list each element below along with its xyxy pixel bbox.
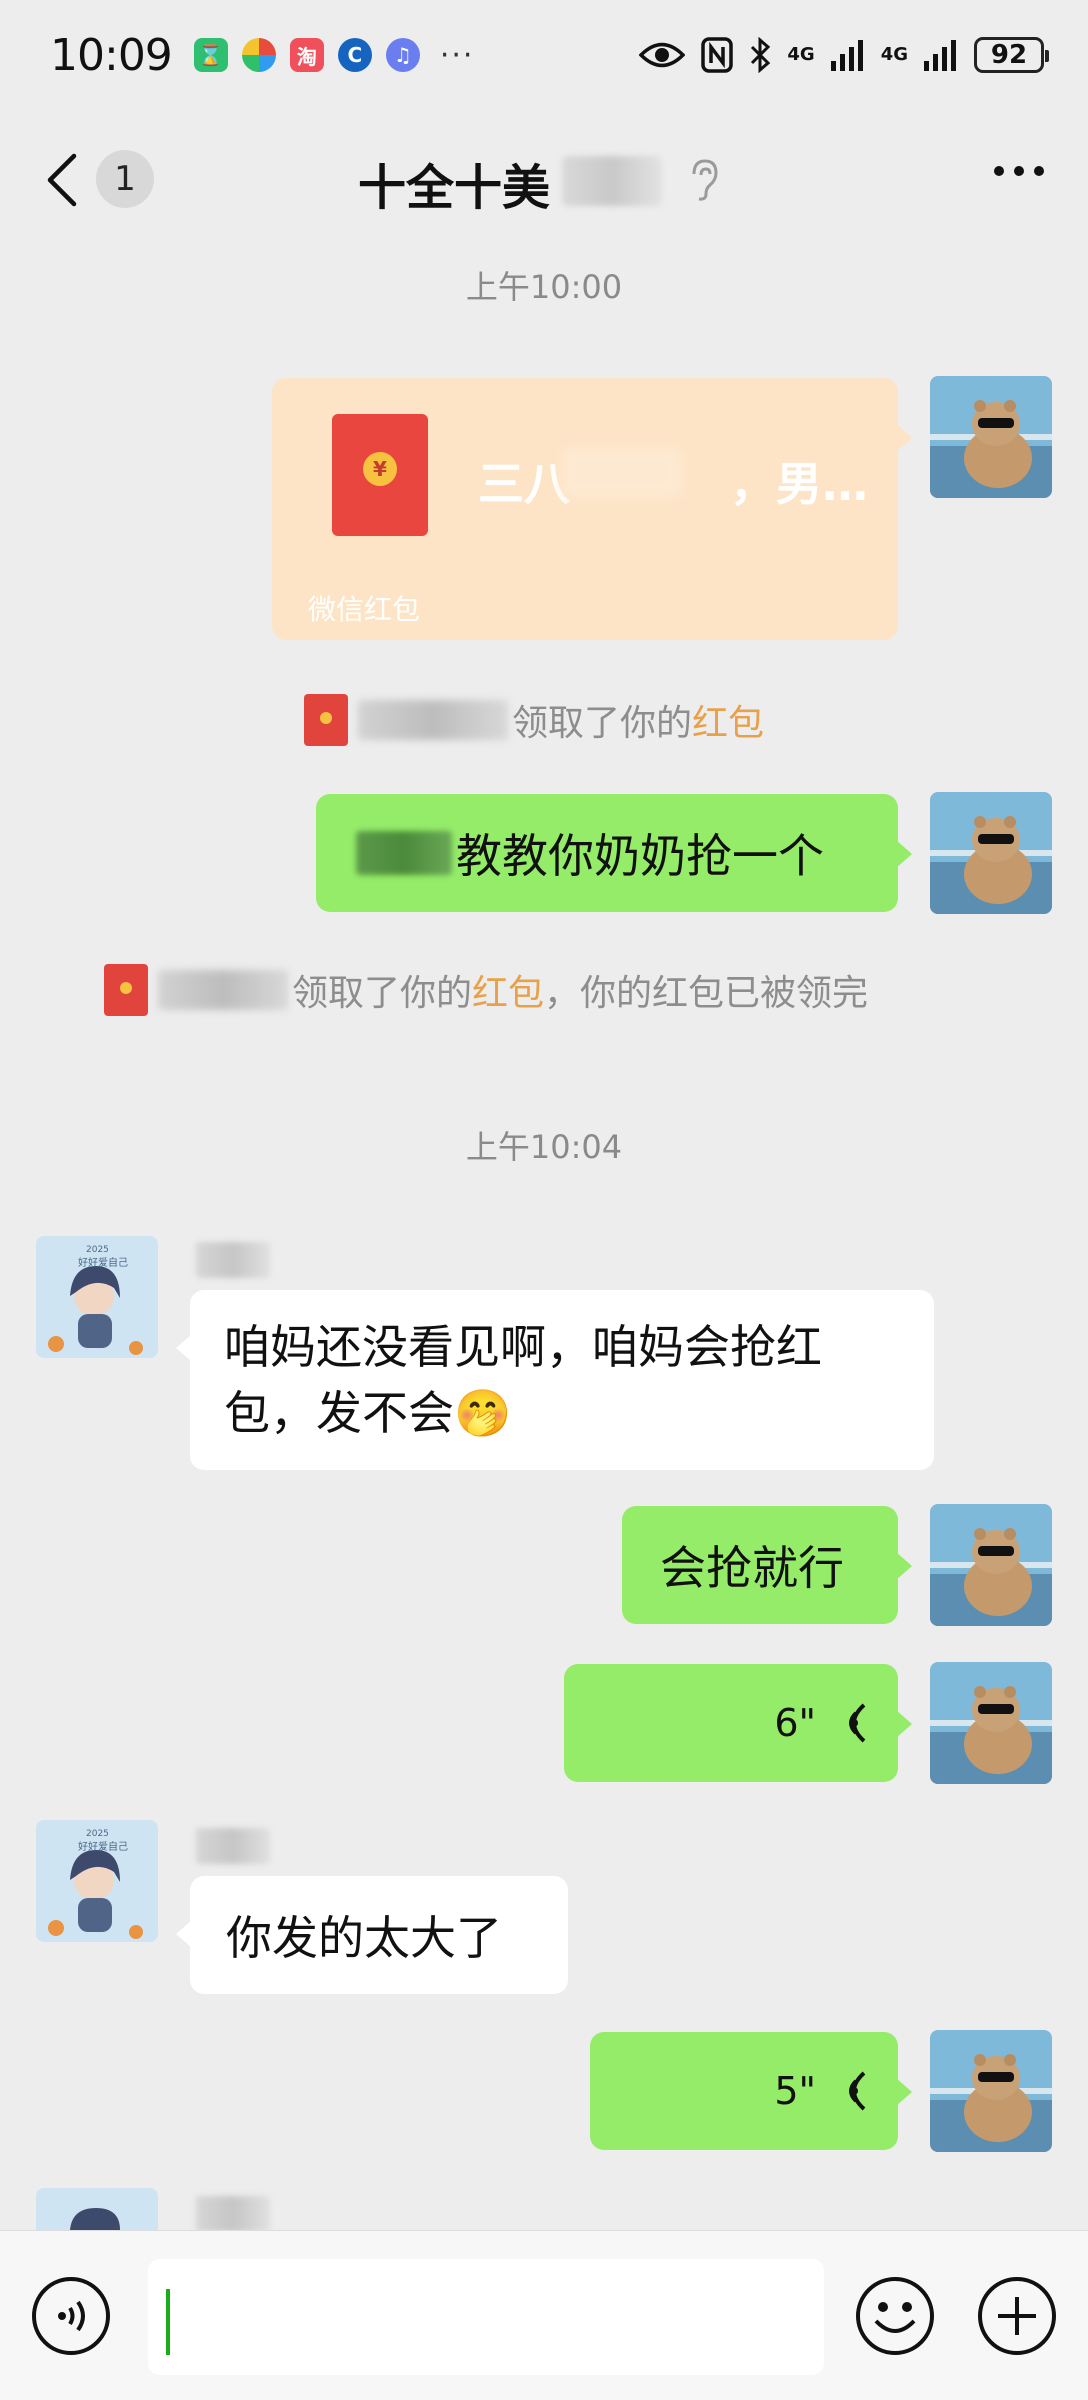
red-envelope-icon: ¥ <box>332 414 428 536</box>
avatar-year-text: 2025 <box>86 1829 109 1839</box>
redacted-name <box>358 700 508 740</box>
contact-avatar[interactable]: 2025 好好爱自己 <box>36 1236 158 1358</box>
system-message-suffix: ，你的红包已被领完 <box>544 973 869 1014</box>
voice-waves-icon <box>849 1703 866 1743</box>
chevron-left-icon <box>47 153 77 207</box>
pinwheel-app-icon <box>241 38 276 72</box>
red-packet-link[interactable]: 红包 <box>692 694 764 746</box>
signal-bars-icon-2 <box>924 40 956 71</box>
signal-bars-icon-1 <box>830 40 863 71</box>
my-avatar[interactable] <box>930 2030 1052 2152</box>
sender-name-redacted <box>196 1828 270 1864</box>
avatar-year-text: 2025 <box>86 1245 109 1255</box>
chat-header: 1 十全十美 <box>0 130 1088 230</box>
unread-count-badge[interactable]: 1 <box>96 150 154 208</box>
my-message-bubble[interactable]: 会抢就行 <box>622 1506 912 1624</box>
music-app-icon: ♫ <box>385 38 420 72</box>
message-input-bar <box>0 2230 1088 2400</box>
bluetooth-icon <box>751 37 771 73</box>
contact-avatar[interactable] <box>36 2188 158 2230</box>
voice-input-button[interactable] <box>30 2275 112 2357</box>
back-button[interactable] <box>44 152 90 208</box>
message-text-input[interactable] <box>148 2259 824 2375</box>
red-packet-link[interactable]: 红包 <box>472 964 544 1016</box>
voice-waves-icon <box>849 2071 866 2111</box>
voice-message-bubble[interactable]: 6" <box>564 1664 912 1782</box>
system-message-text: 领取了你的 <box>512 703 693 744</box>
dot <box>1034 166 1044 176</box>
redacted-title-blur <box>562 448 682 498</box>
contact-message-bubble[interactable]: 咱妈还没看见啊，咱妈会抢红包，发不会🤭 <box>176 1290 934 1470</box>
redacted-text <box>356 831 452 875</box>
nfc-icon <box>701 37 734 73</box>
avatar-caption-text: 好好爱自己 <box>78 1840 128 1853</box>
my-avatar[interactable] <box>930 1504 1052 1626</box>
taobao-app-icon: 淘 <box>289 38 324 72</box>
more-options-button[interactable] <box>994 166 1044 176</box>
contact-avatar[interactable]: 2025 好好爱自己 <box>36 1820 158 1942</box>
system-message: 领取了你的 红包 ，你的红包已被领完 <box>104 964 868 1016</box>
status-bar: 10:09 ⌛ 淘 C ♫ ··· 4G 4G 92 <box>0 0 1088 110</box>
redacted-name <box>158 970 288 1010</box>
bank-app-icon: C <box>337 38 372 72</box>
plus-button[interactable] <box>976 2275 1058 2357</box>
message-timestamp: 上午10:04 <box>465 1128 623 1166</box>
system-message-text: 领取了你的 <box>292 973 473 1014</box>
voice-duration: 5" <box>774 2069 816 2113</box>
message-timestamp: 上午10:00 <box>465 268 623 306</box>
hourglass-app-icon: ⌛ <box>193 38 228 72</box>
message-text: 教教你奶奶抢一个 <box>456 829 824 883</box>
red-packet-card[interactable]: ¥ 三八 ，男… 微信红包 <box>272 378 912 640</box>
system-message: 领取了你的 红包 <box>304 694 764 746</box>
battery-indicator: 92 <box>974 37 1049 73</box>
redacted-title-part <box>562 156 662 206</box>
eye-icon <box>639 42 686 68</box>
red-packet-title-start: 三八 <box>478 457 570 511</box>
notification-icons: ⌛ 淘 C ♫ ··· <box>193 37 475 73</box>
voice-message-bubble[interactable]: 5" <box>590 2032 912 2150</box>
red-packet-label: 微信红包 <box>308 593 421 626</box>
text-cursor <box>166 2289 170 2355</box>
ear-icon <box>692 159 718 201</box>
my-avatar[interactable] <box>930 376 1052 498</box>
message-text: 咱妈还没看见啊，咱妈会抢红包，发不会🤭 <box>224 1320 822 1440</box>
more-notifications-icon: ··· <box>439 37 475 73</box>
signal-4g-label-2: 4G <box>880 44 908 65</box>
emoji-button[interactable] <box>854 2275 936 2357</box>
contact-message-bubble[interactable]: 你发的太大了 <box>176 1876 568 1994</box>
sender-name-redacted <box>196 2196 270 2232</box>
red-packet-title-end: ，男… <box>730 457 868 511</box>
dot <box>1014 166 1024 176</box>
voice-duration: 6" <box>774 1701 816 1745</box>
my-avatar[interactable] <box>930 1662 1052 1784</box>
my-avatar[interactable] <box>930 792 1052 914</box>
message-text: 会抢就行 <box>660 1541 844 1595</box>
dot <box>994 166 1004 176</box>
red-packet-icon <box>104 964 148 1016</box>
sender-name-redacted <box>196 1242 270 1278</box>
yuan-coin-icon: ¥ <box>363 452 397 486</box>
chat-title: 十全十美 <box>358 160 551 216</box>
avatar-caption-text: 好好爱自己 <box>78 1256 128 1269</box>
my-message-bubble[interactable]: 教教你奶奶抢一个 <box>316 794 912 912</box>
message-text: 你发的太大了 <box>226 1911 502 1965</box>
red-packet-icon <box>304 694 348 746</box>
signal-4g-label-1: 4G <box>787 44 815 65</box>
clock: 10:09 <box>50 29 173 81</box>
